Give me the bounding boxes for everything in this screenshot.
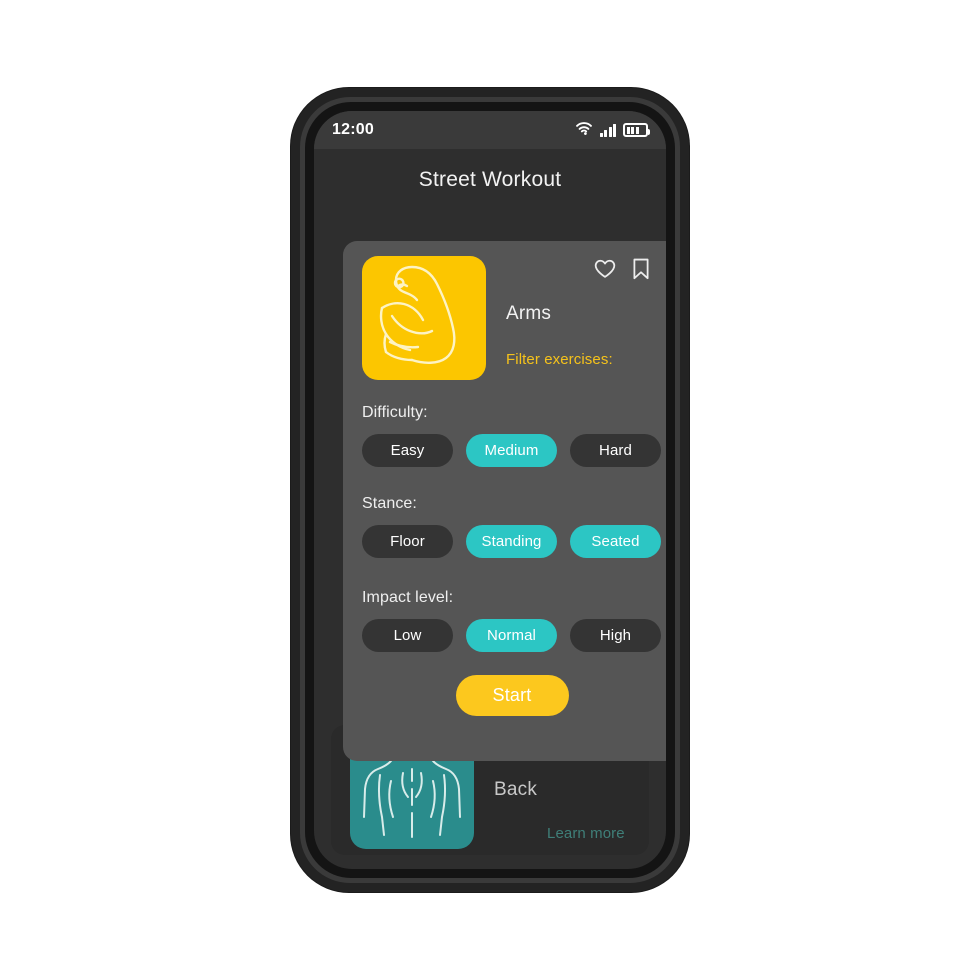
pill-standing[interactable]: Standing: [466, 525, 557, 558]
filter-group-stance: Stance: Floor Standing Seated: [362, 495, 662, 558]
phone-device-frame: 12:00 Street Workout Back Learn more Arm…: [291, 88, 689, 892]
pill-easy[interactable]: Easy: [362, 434, 453, 467]
pill-high[interactable]: High: [570, 619, 661, 652]
arms-card-actions: [594, 258, 650, 280]
filter-group-impact-level: Impact level: Low Normal High: [362, 589, 662, 652]
screenshot-canvas: 12:00 Street Workout Back Learn more Arm…: [0, 0, 980, 980]
status-bar-clock: 12:00: [332, 121, 374, 138]
pill-low[interactable]: Low: [362, 619, 453, 652]
exercise-title-arms: Arms: [506, 303, 552, 324]
cellular-signal-icon: [599, 123, 616, 137]
exercise-title-back: Back: [494, 779, 538, 800]
phone-bezel: 12:00 Street Workout Back Learn more Arm…: [305, 102, 675, 878]
exercise-card-arms: Arms Filter exercises: Difficulty: Easy …: [343, 241, 666, 761]
start-button-container: Start: [362, 675, 662, 716]
page-title: Street Workout: [418, 168, 562, 191]
pill-seated[interactable]: Seated: [570, 525, 661, 558]
pill-row-impact-level: Low Normal High: [362, 619, 662, 652]
pill-hard[interactable]: Hard: [570, 434, 661, 467]
pill-row-difficulty: Easy Medium Hard: [362, 434, 662, 467]
pill-normal[interactable]: Normal: [466, 619, 557, 652]
flexed-bicep-icon: [362, 256, 486, 380]
wifi-icon: [575, 121, 593, 140]
phone-frame-highlight: 12:00 Street Workout Back Learn more Arm…: [300, 97, 680, 883]
phone-screen: 12:00 Street Workout Back Learn more Arm…: [314, 111, 666, 869]
filter-group-label-stance: Stance:: [362, 495, 417, 512]
bookmark-outline-icon[interactable]: [632, 258, 650, 280]
battery-icon: [623, 123, 650, 137]
status-bar: 12:00: [314, 111, 666, 149]
pill-floor[interactable]: Floor: [362, 525, 453, 558]
filter-group-difficulty: Difficulty: Easy Medium Hard: [362, 404, 662, 467]
filter-group-label-impact-level: Impact level:: [362, 589, 454, 606]
status-bar-icons: [575, 121, 650, 140]
filter-exercises-label: Filter exercises:: [506, 351, 613, 368]
pill-row-stance: Floor Standing Seated: [362, 525, 662, 558]
heart-outline-icon[interactable]: [594, 259, 616, 279]
start-button[interactable]: Start: [455, 675, 569, 716]
pill-medium[interactable]: Medium: [466, 434, 557, 467]
filter-group-label-difficulty: Difficulty:: [362, 404, 428, 421]
app-header: Street Workout: [314, 149, 666, 211]
learn-more-link[interactable]: Learn more: [547, 825, 625, 842]
